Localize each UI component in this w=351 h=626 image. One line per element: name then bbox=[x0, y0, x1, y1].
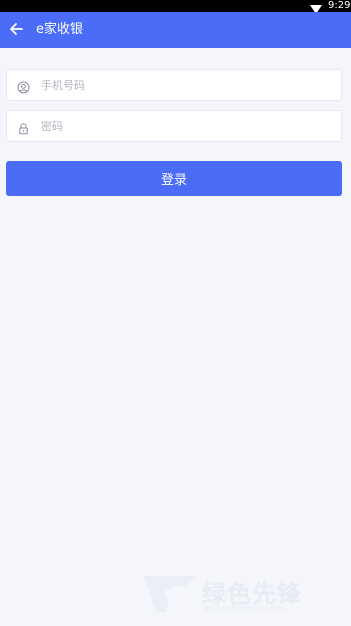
lock-icon bbox=[17, 120, 30, 135]
wifi-icon bbox=[309, 0, 323, 14]
app-bar: e家收银 bbox=[0, 12, 351, 48]
phone-field bbox=[6, 69, 342, 101]
status-bar: 9:29 bbox=[0, 0, 351, 14]
password-field bbox=[6, 110, 342, 142]
user-circle-icon bbox=[17, 79, 30, 94]
back-button[interactable] bbox=[2, 12, 30, 48]
password-input[interactable] bbox=[41, 111, 331, 141]
watermark-logo bbox=[142, 572, 198, 616]
page-title: e家收银 bbox=[36, 22, 83, 37]
phone-input[interactable] bbox=[41, 70, 331, 100]
watermark-url: www.downcc.com bbox=[204, 604, 285, 614]
login-button[interactable]: 登录 bbox=[6, 161, 342, 196]
status-time: 9:29 bbox=[328, 0, 351, 11]
watermark: 绿色先锋 www.downcc.com bbox=[142, 570, 348, 622]
arrow-left-icon bbox=[9, 21, 23, 40]
